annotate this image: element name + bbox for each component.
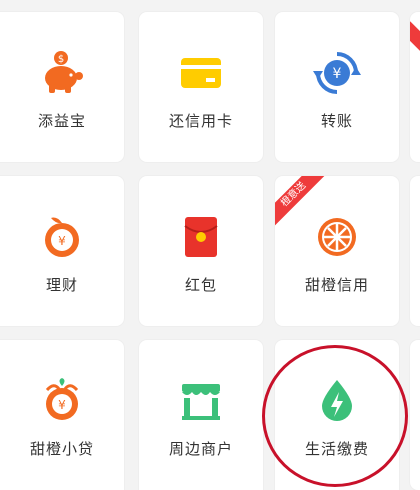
red-envelope-icon — [184, 217, 218, 257]
tile-label: 甜橙信用 — [304, 276, 369, 294]
tile-label: 理财 — [45, 276, 78, 294]
tile-nearby-merchants[interactable]: 周边商户 — [139, 340, 263, 490]
orange-slice-icon — [318, 218, 356, 256]
tile-label: 添益宝 — [37, 112, 86, 130]
tile-small-loan[interactable]: ¥ 甜橙小贷 — [0, 340, 124, 490]
tile-transfer[interactable]: ¥ 转账 — [275, 12, 399, 162]
tile-label: 周边商户 — [168, 440, 233, 458]
tile-partial-right-row2[interactable] — [410, 176, 420, 326]
loan-orange-bag-icon: ¥ — [45, 378, 79, 420]
tile-tiancheng-credit[interactable]: 橙意送 甜橙信用 — [275, 176, 399, 326]
tile-label: 甜橙小贷 — [29, 440, 94, 458]
tile-partial-right-row1[interactable] — [410, 12, 420, 162]
svg-text:$: $ — [58, 54, 64, 65]
piggy-bank-icon: $ — [45, 51, 83, 93]
tile-partial-right-row3[interactable] — [410, 340, 420, 490]
tile-tianyibao[interactable]: $ 添益宝 — [0, 12, 124, 162]
corner-ribbon — [410, 18, 420, 68]
svg-text:¥: ¥ — [58, 234, 66, 248]
tile-repay-credit-card[interactable]: 还信用卡 — [139, 12, 263, 162]
tile-label: 生活缴费 — [304, 440, 369, 458]
tile-red-envelope[interactable]: 红包 — [139, 176, 263, 326]
coin-yuan-icon: ¥ — [45, 217, 79, 257]
tile-utility-payment[interactable]: 生活缴费 — [275, 340, 399, 490]
credit-card-icon — [181, 58, 221, 88]
tile-label: 转账 — [320, 112, 353, 130]
shop-storefront-icon — [182, 384, 220, 420]
transfer-yuan-icon: ¥ — [313, 52, 361, 94]
tile-label: 红包 — [184, 276, 217, 294]
tile-label: 还信用卡 — [168, 112, 233, 130]
tile-wealth[interactable]: ¥ 理财 — [0, 176, 124, 326]
svg-text:¥: ¥ — [333, 66, 342, 82]
svg-text:¥: ¥ — [58, 398, 66, 412]
water-drop-bolt-icon — [322, 380, 352, 421]
